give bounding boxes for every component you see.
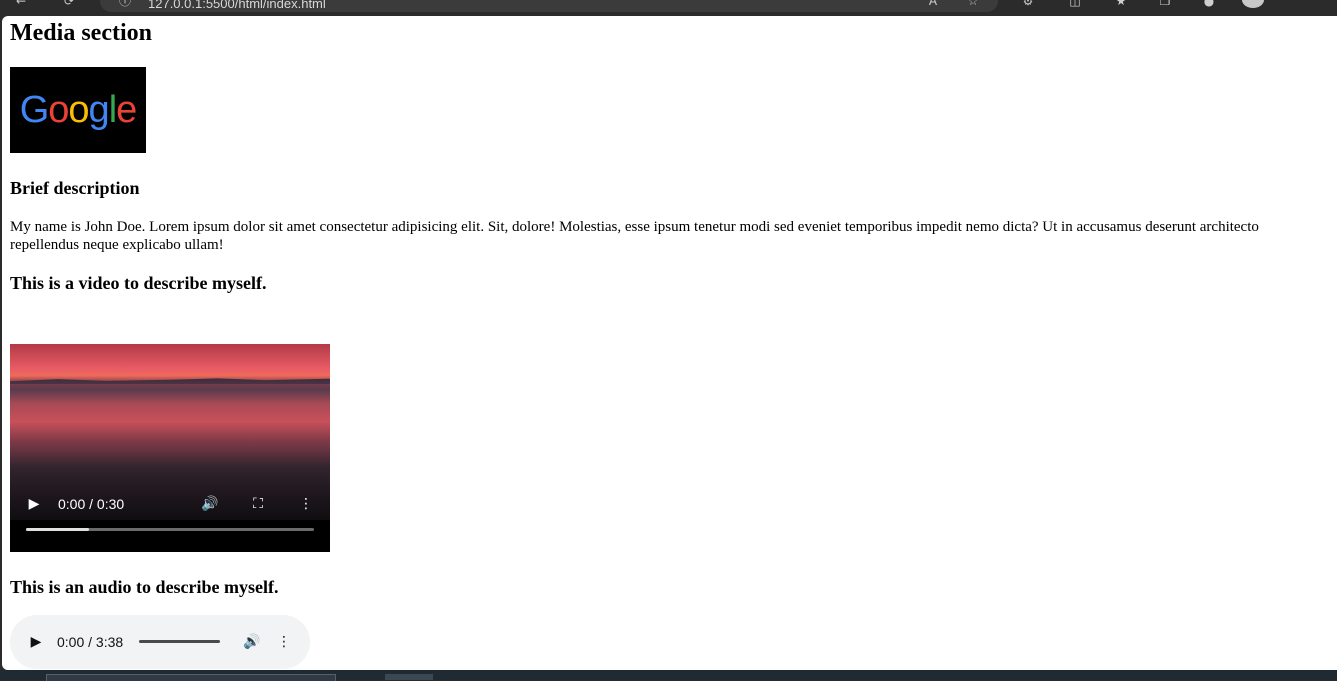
extensions-icon[interactable]: ⚙ xyxy=(1021,0,1035,8)
play-icon[interactable]: ▶ xyxy=(24,494,44,514)
google-logo-wordmark: Google xyxy=(19,88,138,132)
address-bar-url: 127.0.0.1:5500/html/index.html xyxy=(148,0,326,11)
os-taskbar xyxy=(0,670,1337,681)
play-icon[interactable]: ▶ xyxy=(26,632,46,652)
video-progress-bar[interactable] xyxy=(26,528,314,531)
logo-letter: e xyxy=(116,88,137,131)
favorite-star-icon[interactable]: ☆ xyxy=(966,0,980,8)
brief-description-heading: Brief description xyxy=(10,178,140,198)
volume-icon[interactable]: 🔊 xyxy=(242,632,262,652)
more-vert-icon[interactable]: ⋮ xyxy=(296,494,316,514)
audio-heading: This is an audio to describe myself. xyxy=(10,577,279,597)
logo-letter: o xyxy=(48,88,69,131)
copilot-icon[interactable]: ● xyxy=(1202,0,1216,8)
more-vert-icon[interactable]: ⋮ xyxy=(274,632,294,652)
video-player[interactable]: ▶ 0:00 / 0:30 🔊 ⛶ ⋮ xyxy=(10,344,330,552)
video-time: 0:00 / 0:30 xyxy=(58,496,125,512)
logo-letter: o xyxy=(68,88,89,131)
video-buffered-fill xyxy=(26,528,90,531)
logo-letter: G xyxy=(19,88,50,131)
video-horizon xyxy=(10,378,330,384)
refresh-icon[interactable]: ⟳ xyxy=(62,0,76,8)
page-viewport: Media section Google Brief description M… xyxy=(2,16,1337,670)
profile-avatar[interactable] xyxy=(1242,0,1264,8)
site-info-icon[interactable]: ⓘ xyxy=(118,0,132,8)
google-logo-image: Google xyxy=(10,67,146,153)
description-paragraph: My name is John Doe. Lorem ipsum dolor s… xyxy=(10,219,1259,253)
back-arrow-icon[interactable]: ← xyxy=(14,0,28,8)
browser-toolbar: ← ⟳ ⓘ 127.0.0.1:5500/html/index.html A ☆… xyxy=(0,0,1337,16)
audio-player[interactable]: ▶ 0:00 / 3:38 🔊 ⋮ xyxy=(10,615,310,669)
read-aloud-icon[interactable]: A xyxy=(926,0,940,8)
page-title: Media section xyxy=(10,20,152,46)
collections-icon[interactable]: ❐ xyxy=(1158,0,1172,8)
split-screen-icon[interactable]: ◫ xyxy=(1068,0,1082,8)
audio-progress-bar[interactable] xyxy=(139,640,220,643)
favorites-icon[interactable]: ★ xyxy=(1114,0,1128,8)
video-heading: This is a video to describe myself. xyxy=(10,273,267,293)
taskbar-app-browser[interactable] xyxy=(385,674,433,680)
video-controls: ▶ 0:00 / 0:30 🔊 ⛶ ⋮ xyxy=(10,488,330,552)
volume-icon[interactable]: 🔊 xyxy=(200,494,220,514)
logo-letter: g xyxy=(88,88,110,131)
fullscreen-icon[interactable]: ⛶ xyxy=(248,494,268,514)
audio-time: 0:00 / 3:38 xyxy=(57,634,124,650)
address-bar[interactable]: ⓘ 127.0.0.1:5500/html/index.html A ☆ xyxy=(100,0,998,12)
